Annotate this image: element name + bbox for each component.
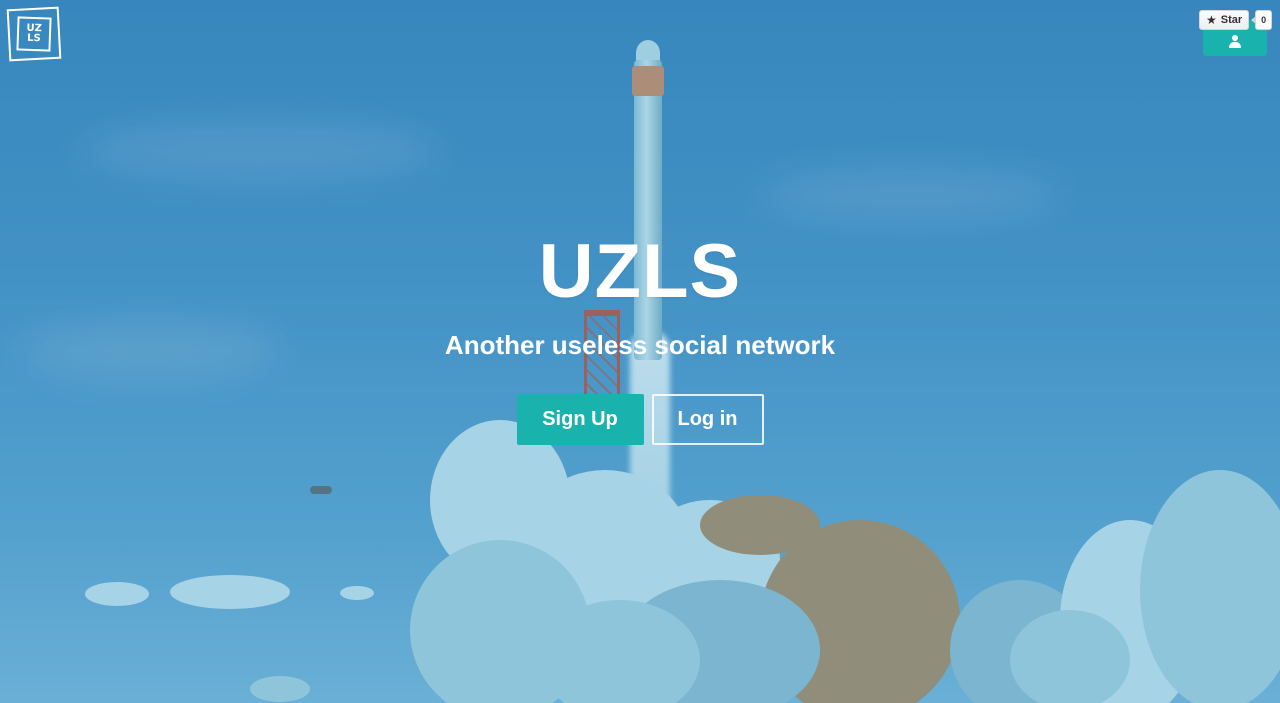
log-in-button[interactable]: Log in xyxy=(651,394,764,445)
site-logo[interactable]: UZ LS xyxy=(6,6,62,62)
sign-up-button[interactable]: Sign Up xyxy=(516,394,644,445)
star-label: Star xyxy=(1220,14,1243,26)
star-count[interactable]: 0 xyxy=(1251,10,1273,30)
tagline: Another useless social network xyxy=(444,330,836,360)
site-title: UZLS xyxy=(538,229,742,314)
logo-mark: UZ LS xyxy=(16,16,52,52)
github-star-button[interactable]: ★ Star xyxy=(1199,10,1250,30)
hero-actions: Sign Up Log in xyxy=(0,394,1280,445)
hero: UZLS Another useless social network Sign… xyxy=(0,228,1280,445)
user-icon xyxy=(1229,35,1241,48)
star-icon: ★ xyxy=(1206,13,1217,27)
github-star-widget: ★ Star 0 xyxy=(1199,10,1273,30)
